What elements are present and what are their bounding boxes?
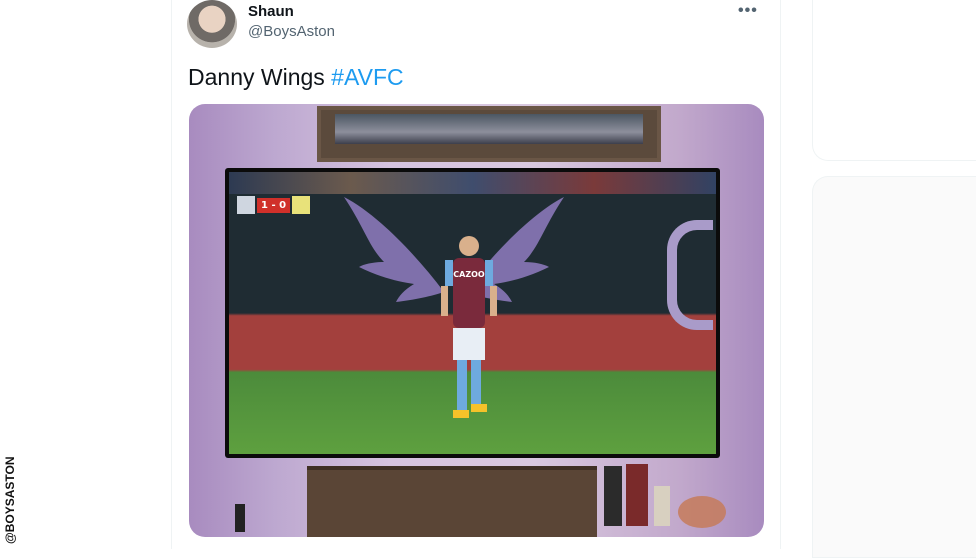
sidebar-card-top: [812, 0, 976, 161]
tv-screen: 1 - 0 CAZOO: [229, 172, 716, 454]
tweet-text: Danny Wings #AVFC: [188, 64, 404, 91]
more-horizontal-icon[interactable]: •••: [738, 2, 758, 20]
user-handle[interactable]: @BoysAston: [248, 23, 335, 40]
away-crest-icon: [292, 196, 311, 214]
left-gutter: [0, 0, 170, 549]
timeline-divider-right: [780, 0, 781, 549]
wall-picture-frame: [317, 106, 661, 162]
home-crest-icon: [237, 196, 255, 214]
sidebar-card-bottom: [812, 176, 976, 558]
tv-stand: [307, 466, 597, 537]
score-overlay: 1 - 0: [237, 196, 311, 214]
tweet[interactable]: Shaun @BoysAston ••• Danny Wings #AVFC 1…: [172, 0, 780, 549]
display-name[interactable]: Shaun: [248, 3, 294, 20]
shirt-sponsor: CAZOO: [453, 270, 485, 279]
tweet-media-photo[interactable]: 1 - 0 CAZOO: [189, 104, 764, 537]
tweet-text-main: Danny Wings: [188, 64, 332, 90]
match-score: 1 - 0: [257, 197, 291, 213]
bottles: [604, 464, 726, 528]
advertising-board: [667, 220, 713, 330]
avatar[interactable]: [187, 0, 237, 48]
stadium-crowd: [229, 172, 716, 194]
lamp-base: [235, 504, 245, 532]
watermark-text: @BOYSASTON: [3, 456, 17, 545]
hashtag-link[interactable]: #AVFC: [331, 64, 403, 90]
photo-credit-watermark: @BOYSASTON: [3, 440, 19, 545]
